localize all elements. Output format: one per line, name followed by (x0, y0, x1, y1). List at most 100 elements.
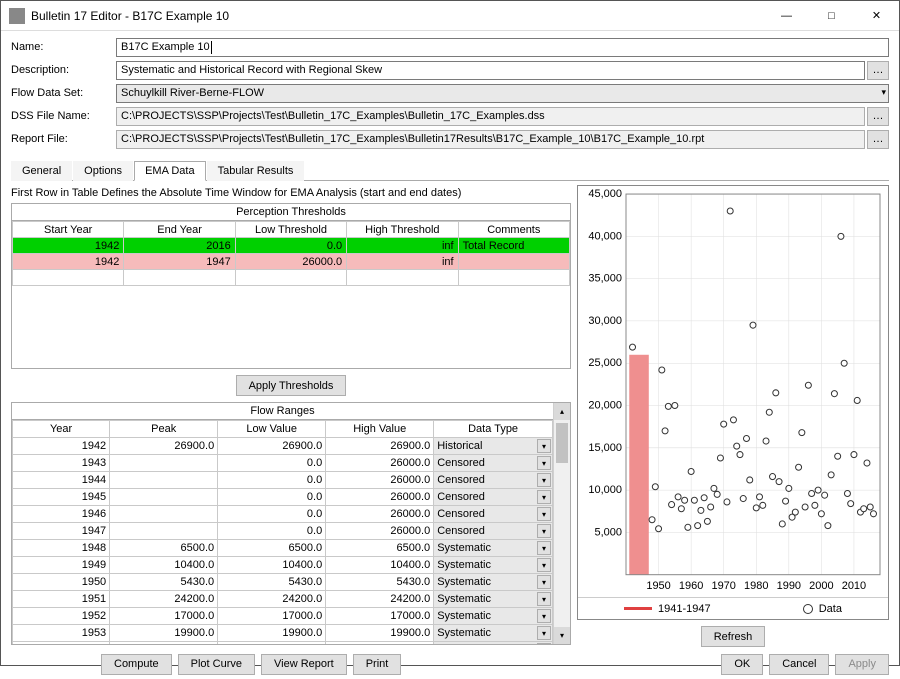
data-type-combo[interactable]: Systematic▾ (434, 540, 553, 557)
cell[interactable]: 26900.0 (110, 438, 218, 455)
description-field[interactable]: Systematic and Historical Record with Re… (116, 61, 865, 80)
tab-tabular-results[interactable]: Tabular Results (207, 161, 305, 181)
flow-row[interactable]: 1946 0.026000.0Censored▾ (13, 506, 553, 523)
cell[interactable]: 5430.0 (326, 574, 434, 591)
chevron-down-icon[interactable]: ▾ (537, 439, 551, 453)
minimize-button[interactable]: — (764, 1, 809, 30)
data-type-combo[interactable]: Systematic▾ (434, 574, 553, 591)
flow-row[interactable]: 19505430.05430.05430.0Systematic▾ (13, 574, 553, 591)
flow-row[interactable]: 195124200.024200.024200.0Systematic▾ (13, 591, 553, 608)
data-type-combo[interactable]: Systematic▾ (434, 625, 553, 642)
cell[interactable]: 6500.0 (110, 540, 218, 557)
ok-button[interactable]: OK (721, 654, 763, 675)
cell[interactable]: 26000.0 (326, 523, 434, 540)
cell[interactable] (110, 506, 218, 523)
dssfile-browse-button[interactable]: … (867, 107, 889, 126)
col-end-year[interactable]: End Year (124, 222, 235, 238)
cell[interactable]: 17000.0 (218, 608, 326, 625)
cell[interactable]: 10400.0 (218, 557, 326, 574)
cell[interactable] (110, 523, 218, 540)
cell[interactable] (110, 489, 218, 506)
flow-row[interactable]: 19440.026000.0Censored▾ (13, 472, 553, 489)
cell[interactable]: 1946 (13, 506, 110, 523)
col-comments[interactable]: Comments (458, 222, 569, 238)
tab-options[interactable]: Options (73, 161, 133, 181)
scroll-thumb[interactable] (556, 423, 568, 463)
col-year[interactable]: Year (13, 421, 110, 438)
flow-row[interactable]: 19548290.08290.08290.0Systematic▾ (13, 642, 553, 645)
chevron-down-icon[interactable]: ▾ (537, 507, 551, 521)
chevron-down-icon[interactable]: ▾ (537, 609, 551, 623)
scroll-up-button[interactable]: ▴ (554, 403, 570, 420)
cell[interactable]: 5430.0 (110, 574, 218, 591)
perception-row-empty[interactable] (13, 270, 570, 286)
flow-row[interactable]: 195217000.017000.017000.0Systematic▾ (13, 608, 553, 625)
cell[interactable]: 26000.0 (326, 472, 434, 489)
cell[interactable]: 8290.0 (326, 642, 434, 645)
chevron-down-icon[interactable]: ▾ (537, 473, 551, 487)
col-high-value[interactable]: High Value (326, 421, 434, 438)
cell[interactable]: 1952 (13, 608, 110, 625)
cell[interactable]: Total Record (458, 238, 569, 254)
chevron-down-icon[interactable]: ▾ (537, 558, 551, 572)
chevron-down-icon[interactable]: ▾ (537, 541, 551, 555)
col-low-value[interactable]: Low Value (218, 421, 326, 438)
apply-thresholds-button[interactable]: Apply Thresholds (236, 375, 347, 396)
cell[interactable]: 1947 (13, 523, 110, 540)
scroll-down-button[interactable]: ▾ (554, 627, 570, 644)
cell[interactable]: 26900.0 (218, 438, 326, 455)
data-type-combo[interactable]: Systematic▾ (434, 591, 553, 608)
cell[interactable]: 26000.0 (326, 489, 434, 506)
chevron-down-icon[interactable]: ▾ (537, 575, 551, 589)
cell[interactable]: 1948 (13, 540, 110, 557)
cell[interactable]: 26900.0 (326, 438, 434, 455)
cell[interactable] (458, 254, 569, 270)
cancel-button[interactable]: Cancel (769, 654, 829, 675)
flow-row[interactable]: 194226900.026900.026900.0Historical▾ (13, 438, 553, 455)
perception-row[interactable]: 1942 2016 0.0 inf Total Record (13, 238, 570, 254)
apply-button[interactable]: Apply (835, 654, 889, 675)
cell[interactable]: 24200.0 (326, 591, 434, 608)
cell[interactable]: 1950 (13, 574, 110, 591)
tab-general[interactable]: General (11, 161, 72, 181)
data-type-combo[interactable]: Censored▾ (434, 523, 553, 540)
cell[interactable]: 19900.0 (110, 625, 218, 642)
print-button[interactable]: Print (353, 654, 402, 675)
cell[interactable]: 1944 (13, 472, 110, 489)
chevron-down-icon[interactable]: ▾ (537, 524, 551, 538)
data-type-combo[interactable]: Historical▾ (434, 438, 553, 455)
cell[interactable]: 0.0 (235, 238, 346, 254)
cell[interactable]: 24200.0 (218, 591, 326, 608)
chevron-down-icon[interactable]: ▾ (537, 626, 551, 640)
flow-scrollbar[interactable]: ▴ ▾ (553, 403, 570, 644)
flow-row[interactable]: 19450.026000.0Censored▾ (13, 489, 553, 506)
data-type-combo[interactable]: Censored▾ (434, 506, 553, 523)
cell[interactable]: 1942 (13, 254, 124, 270)
reportfile-browse-button[interactable]: … (867, 130, 889, 149)
cell[interactable] (110, 472, 218, 489)
flow-row[interactable]: 194910400.010400.010400.0Systematic▾ (13, 557, 553, 574)
flowdata-combo[interactable]: Schuylkill River-Berne-FLOW▾ (116, 84, 889, 103)
cell[interactable]: 19900.0 (218, 625, 326, 642)
cell[interactable]: 26000.0 (326, 506, 434, 523)
chevron-down-icon[interactable]: ▾ (537, 456, 551, 470)
cell[interactable]: 0.0 (218, 455, 326, 472)
cell[interactable]: 26000.0 (326, 455, 434, 472)
compute-button[interactable]: Compute (101, 654, 172, 675)
data-type-combo[interactable]: Censored▾ (434, 489, 553, 506)
cell[interactable]: 1942 (13, 238, 124, 254)
chevron-down-icon[interactable]: ▾ (537, 592, 551, 606)
flow-row[interactable]: 19486500.06500.06500.0Systematic▾ (13, 540, 553, 557)
name-field[interactable]: B17C Example 10 (116, 38, 889, 57)
cell[interactable]: 1942 (13, 438, 110, 455)
data-type-combo[interactable]: Censored▾ (434, 472, 553, 489)
data-type-combo[interactable]: Systematic▾ (434, 642, 553, 645)
close-button[interactable]: ✕ (854, 1, 899, 30)
col-data-type[interactable]: Data Type (434, 421, 553, 438)
flow-row[interactable]: 195319900.019900.019900.0Systematic▾ (13, 625, 553, 642)
cell[interactable]: 17000.0 (110, 608, 218, 625)
cell[interactable]: 0.0 (218, 523, 326, 540)
cell[interactable]: 8290.0 (110, 642, 218, 645)
cell[interactable]: 6500.0 (326, 540, 434, 557)
cell[interactable]: 0.0 (218, 506, 326, 523)
